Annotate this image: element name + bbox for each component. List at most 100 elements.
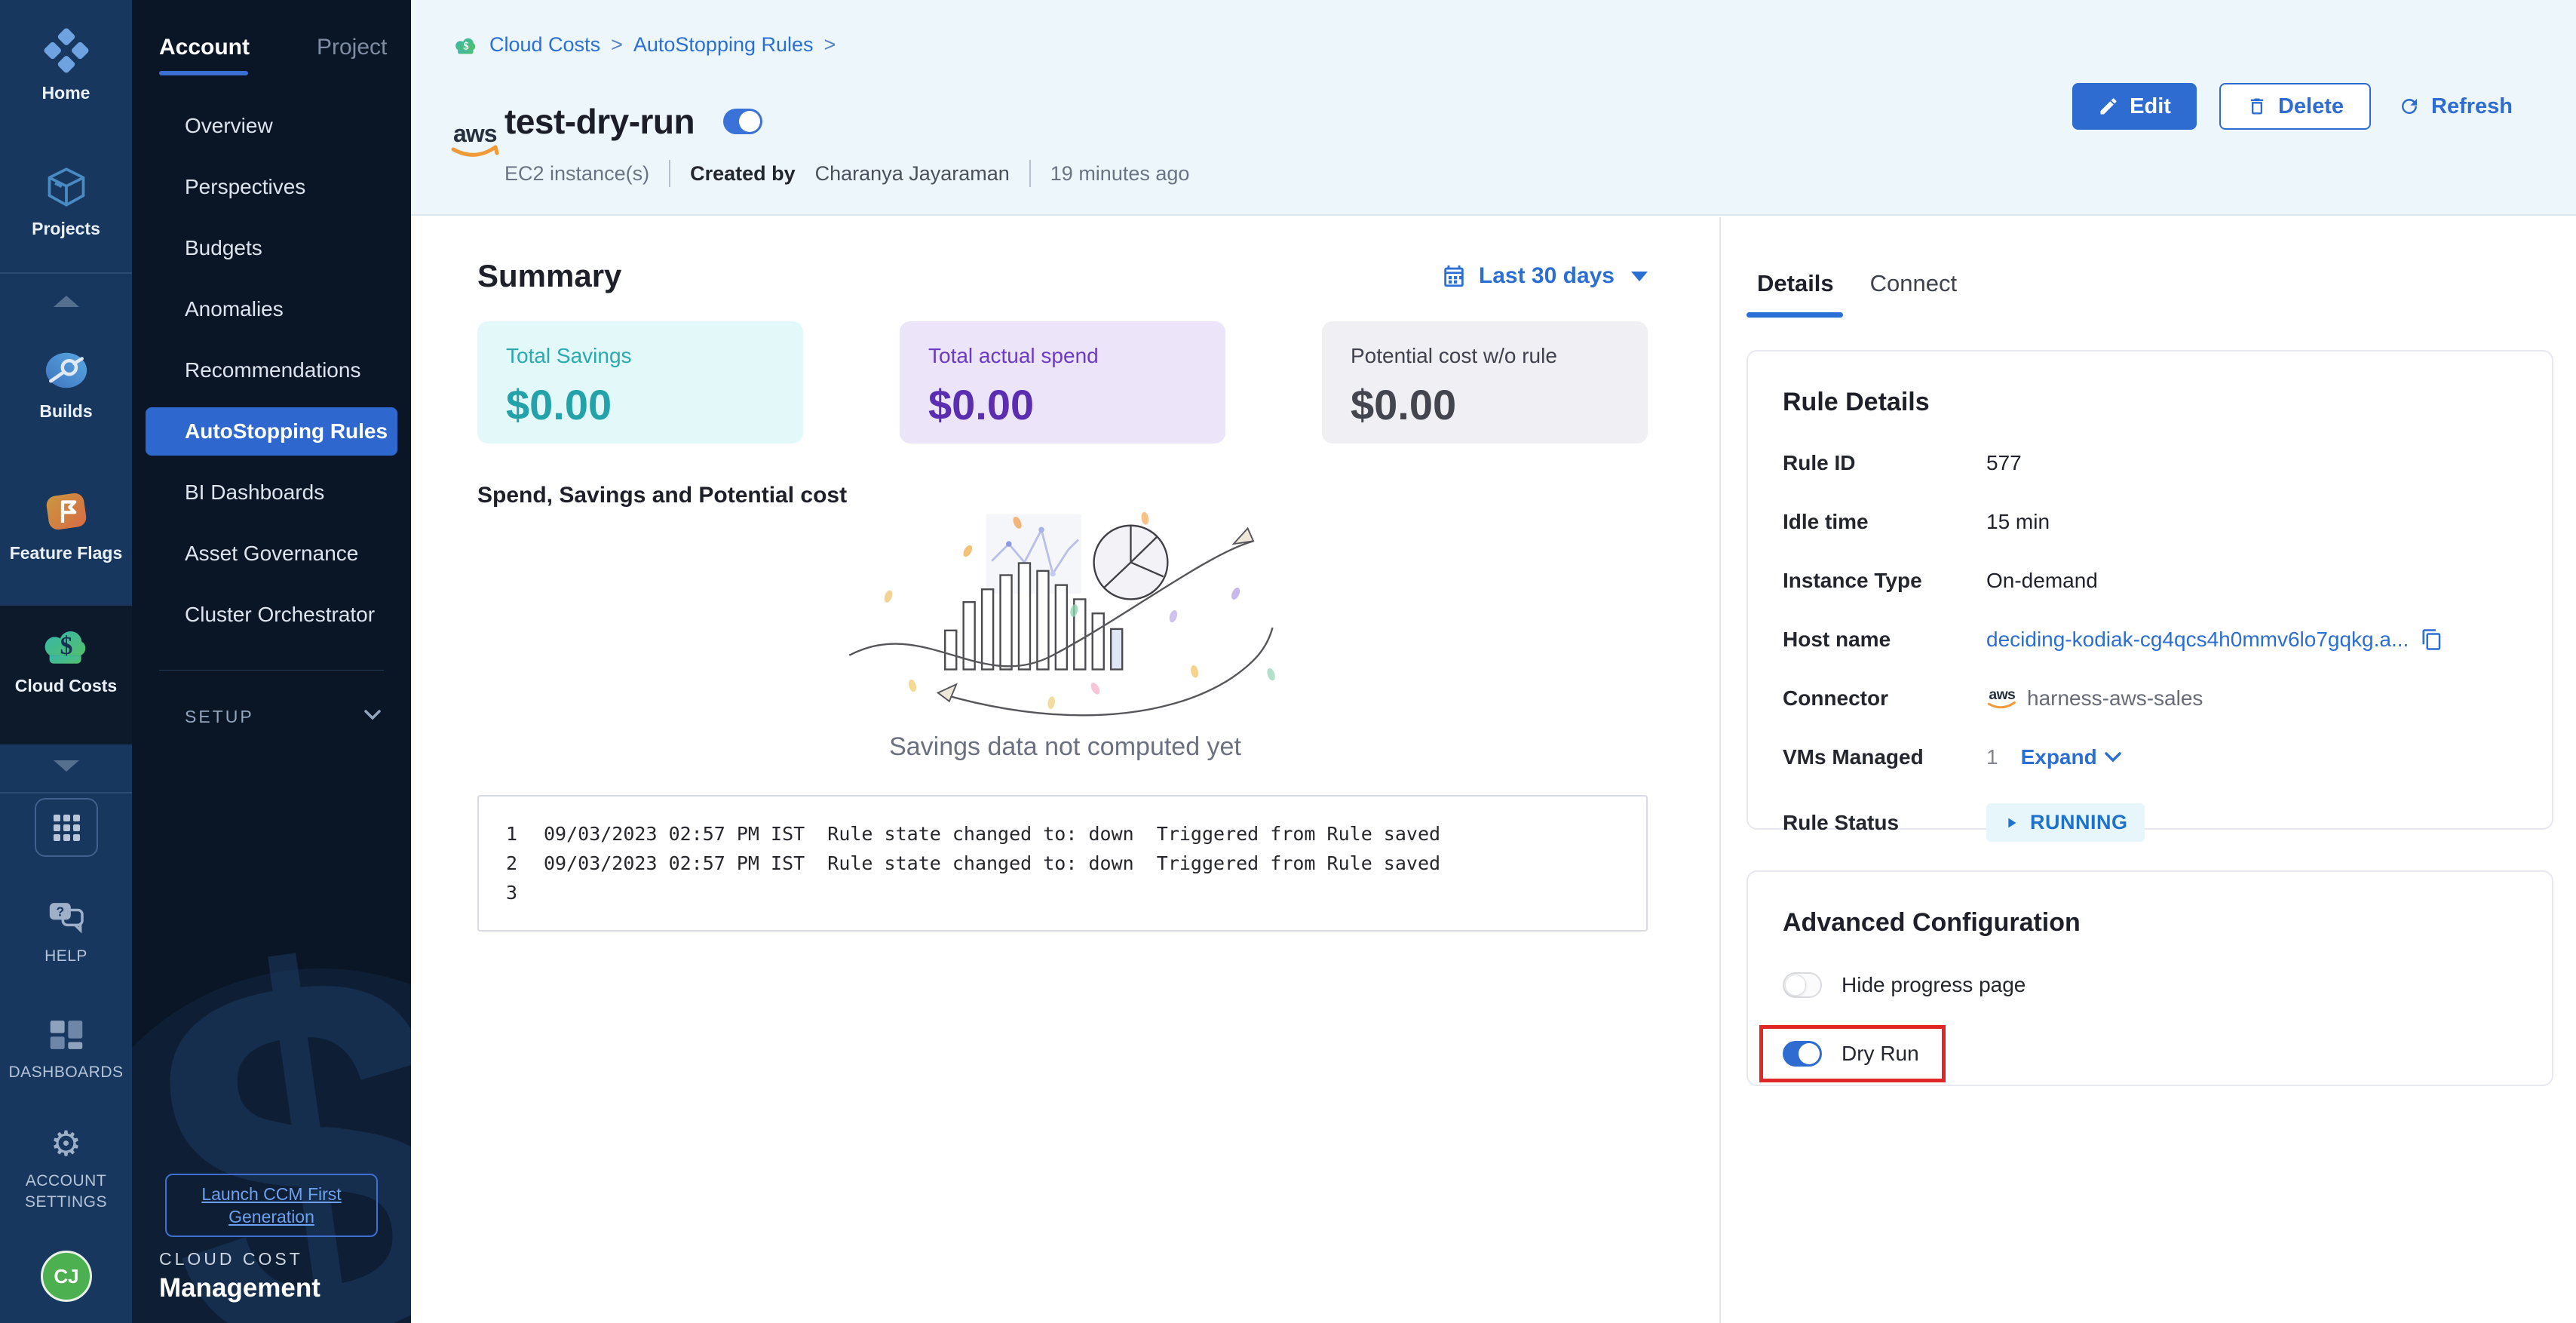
user-avatar[interactable]: CJ [41, 1251, 92, 1302]
card-label: Total Savings [506, 344, 774, 368]
dry-run-row: Dry Run [1783, 1041, 1919, 1067]
rail-label: ACCOUNT SETTINGS [10, 1171, 123, 1213]
chevron-down-icon [361, 708, 384, 723]
nav-item-asset-governance[interactable]: Asset Governance [146, 530, 397, 578]
potential-cost-card: Potential cost w/o rule $0.00 [1322, 321, 1648, 444]
tab-account[interactable]: Account [159, 35, 250, 60]
expand-label: Expand [2021, 745, 2097, 769]
nav-item-cluster-orchestrator[interactable]: Cluster Orchestrator [146, 591, 397, 639]
svg-text:aws: aws [453, 120, 497, 147]
vms-count: 1 [1986, 745, 1998, 769]
chevron-up-icon [54, 296, 79, 307]
log-line-number: 3 [506, 878, 544, 907]
refresh-button[interactable]: Refresh [2394, 83, 2517, 130]
total-savings-card: Total Savings $0.00 [477, 321, 803, 444]
row-label: VMs Managed [1783, 745, 1986, 769]
breadcrumb-separator: > [611, 33, 623, 57]
projects-cube-icon [0, 164, 132, 210]
connector-name: harness-aws-sales [2027, 686, 2203, 711]
page-subtitle: EC2 instance(s) Created by Charanya Jaya… [504, 160, 1189, 187]
gear-icon: ⚙ [0, 1125, 132, 1162]
rail-item-builds[interactable]: Builds [0, 348, 132, 422]
host-name-link[interactable]: deciding-kodiak-cg4qcs4h0mmv6lo7gqkg.a..… [1986, 628, 2409, 652]
date-range-label: Last 30 days [1479, 263, 1615, 289]
rail-item-dashboards[interactable]: DASHBOARDS [0, 1017, 132, 1083]
rule-activity-log: 109/03/2023 02:57 PM IST Rule state chan… [477, 795, 1648, 932]
nav-item-bi-dashboards[interactable]: BI Dashboards [146, 468, 397, 517]
rail-item-account-settings[interactable]: ⚙ ACCOUNT SETTINGS [0, 1125, 132, 1213]
tab-details[interactable]: Details [1757, 270, 1834, 297]
nav-item-autostopping-rules[interactable]: AutoStopping Rules [146, 407, 397, 456]
rail-label: Builds [0, 401, 132, 422]
rule-status-badge[interactable]: RUNNING [1986, 803, 2145, 842]
nav-item-perspectives[interactable]: Perspectives [146, 163, 397, 211]
chevron-down-icon [54, 760, 79, 772]
instance-type-value: On-demand [1986, 569, 2098, 593]
nav-item-setup[interactable]: SETUP [185, 694, 384, 739]
trash-icon [2246, 96, 2268, 117]
nav-item-anomalies[interactable]: Anomalies [146, 285, 397, 333]
row-label: Instance Type [1783, 569, 1986, 593]
row-label: Host name [1783, 628, 1986, 652]
idle-time-value: 15 min [1986, 510, 2050, 534]
copy-icon[interactable] [2421, 628, 2443, 651]
card-value: $0.00 [1351, 380, 1619, 429]
page-header: $ Cloud Costs > AutoStopping Rules > aws… [411, 0, 2576, 216]
total-actual-spend-card: Total actual spend $0.00 [900, 321, 1225, 444]
nav-item-overview[interactable]: Overview [146, 102, 397, 150]
card-label: Total actual spend [928, 344, 1197, 368]
rail-item-home[interactable]: Home [0, 27, 132, 103]
tab-project[interactable]: Project [317, 35, 387, 60]
rail-item-projects[interactable]: Projects [0, 164, 132, 239]
caret-down-icon [1631, 272, 1648, 281]
toggle-knob [1799, 1043, 1820, 1064]
delete-button[interactable]: Delete [2219, 83, 2371, 130]
header-actions: Edit Delete Refresh [2072, 83, 2517, 130]
rail-item-cloud-costs[interactable]: $ Cloud Costs [0, 625, 132, 696]
nav-item-budgets[interactable]: Budgets [146, 224, 397, 272]
tab-connect[interactable]: Connect [1870, 270, 1957, 297]
date-range-picker[interactable]: Last 30 days [1441, 263, 1648, 289]
created-by-label: Created by [690, 162, 796, 186]
tab-account-underline [159, 71, 248, 75]
spend-chart-title: Spend, Savings and Potential cost [477, 483, 1719, 508]
title-row: test-dry-run [504, 101, 762, 142]
module-picker-button[interactable] [35, 798, 98, 857]
vms-expand-link[interactable]: Expand [2021, 745, 2123, 769]
rail-divider [0, 792, 132, 793]
rail-item-help[interactable]: ? HELP [0, 899, 132, 967]
rail-label: Feature Flags [0, 543, 132, 563]
pencil-icon [2098, 96, 2119, 117]
hide-progress-toggle[interactable] [1783, 972, 1822, 998]
page-title: test-dry-run [504, 101, 695, 142]
breadcrumb-cloud-costs[interactable]: Cloud Costs [489, 33, 600, 57]
nav-item-recommendations[interactable]: Recommendations [146, 346, 397, 394]
aws-logo: aws [450, 119, 500, 165]
rule-status-value: RUNNING [2030, 811, 2128, 834]
rule-enabled-toggle[interactable] [723, 109, 762, 134]
connector-row: Connector aws harness-aws-sales [1783, 686, 2517, 711]
created-ago: 19 minutes ago [1050, 162, 1190, 186]
calendar-icon [1441, 263, 1467, 289]
chevron-down-icon [2103, 751, 2123, 764]
log-line: 209/03/2023 02:57 PM IST Rule state chan… [506, 849, 1619, 878]
launch-ccm-first-gen-button[interactable]: Launch CCM First Generation [165, 1174, 378, 1237]
row-label: Rule ID [1783, 451, 1986, 475]
empty-state-caption: Savings data not computed yet [411, 732, 1719, 762]
nav-divider [159, 670, 384, 671]
log-line-number: 1 [506, 819, 544, 849]
expand-modules-button[interactable] [0, 760, 132, 772]
rail-label: DASHBOARDS [0, 1062, 132, 1083]
rail-divider [0, 272, 132, 274]
edit-button[interactable]: Edit [2072, 83, 2197, 130]
collapse-modules-button[interactable] [0, 296, 132, 307]
delete-button-label: Delete [2278, 94, 2344, 119]
dry-run-annotation-box: Dry Run [1759, 1025, 1946, 1082]
nav-sidebar: $ Account Project Overview Perspectives … [132, 0, 411, 1323]
rail-item-feature-flags[interactable]: Feature Flags [0, 489, 132, 563]
breadcrumb-separator: > [824, 33, 836, 57]
dry-run-toggle[interactable] [1783, 1041, 1822, 1067]
feature-flags-icon [0, 489, 132, 534]
toggle-knob [1785, 975, 1806, 996]
breadcrumb-autostopping-rules[interactable]: AutoStopping Rules [633, 33, 814, 57]
